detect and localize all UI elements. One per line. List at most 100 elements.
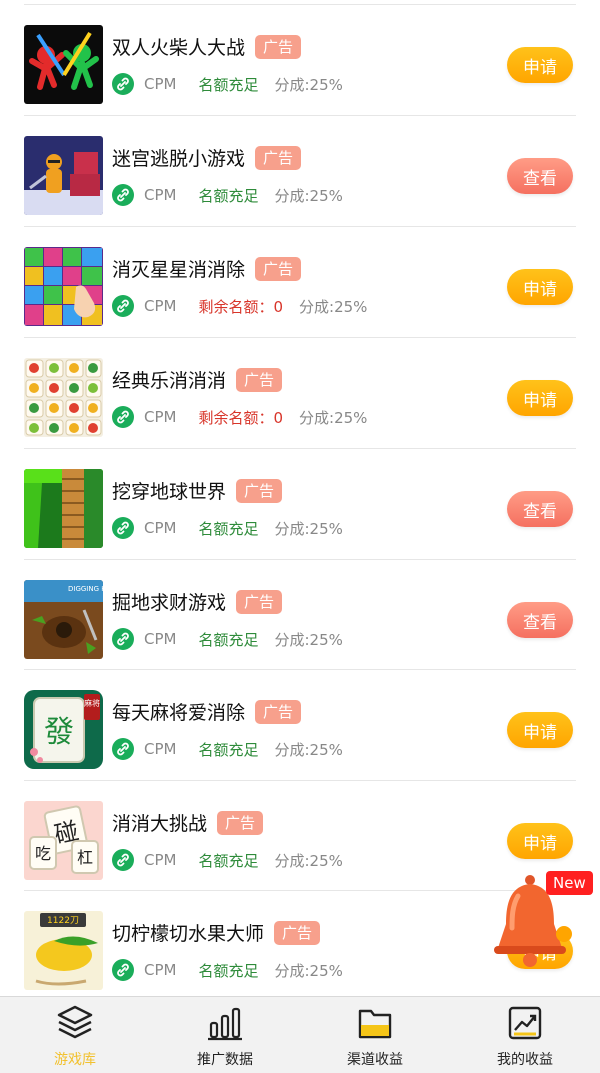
quota-status: 名额充足 <box>198 740 259 759</box>
revenue-share: 分成:25% <box>274 519 343 538</box>
ad-tag: 广告 <box>236 478 283 503</box>
ad-tag: 广告 <box>255 34 302 59</box>
revenue-share: 分成:25% <box>299 408 368 427</box>
game-thumbnail <box>24 25 103 104</box>
game-item[interactable]: 消灭星星消消除 广告 CPM 剩余名额：0 分成:25% 申请 <box>0 227 600 337</box>
game-thumbnail <box>24 247 103 326</box>
link-icon <box>112 517 134 539</box>
billing-type: CPM <box>144 408 177 426</box>
game-meta: CPM 名额充足 分成:25% <box>112 73 343 95</box>
quota-status: 名额充足 <box>198 851 259 870</box>
tab-my-revenue[interactable]: 我的收益 <box>450 997 600 1073</box>
game-item[interactable]: 挖穿地球世界 广告 CPM 名额充足 分成:25% 查看 <box>0 449 600 559</box>
game-thumbnail: 1122刀 <box>24 911 103 990</box>
apply-button[interactable]: 申请 <box>507 712 573 748</box>
view-button[interactable]: 查看 <box>507 158 573 194</box>
link-icon <box>112 628 134 650</box>
game-item[interactable]: DIGGING HOL 掘地求财游戏 广告 CPM 名额充足 分成:25% 查看 <box>0 560 600 670</box>
game-meta: CPM 名额充足 分成:25% <box>112 517 343 539</box>
game-title-line: 迷宫逃脱小游戏 广告 <box>112 144 302 171</box>
thumb-caption: 麻将 <box>84 698 100 708</box>
quota-status: 名额充足 <box>198 630 259 649</box>
billing-type: CPM <box>144 961 177 979</box>
revenue-share: 分成:25% <box>274 630 343 649</box>
game-title-line: 消消大挑战 广告 <box>112 809 264 836</box>
revenue-share: 分成:25% <box>274 740 343 759</box>
thumb-caption: 杠 <box>77 848 93 867</box>
game-name: 每天麻将爱消除 <box>112 702 246 724</box>
bar-chart-icon <box>205 1005 245 1041</box>
game-name: 经典乐消消消 <box>112 370 227 392</box>
folder-icon <box>355 1005 395 1041</box>
game-item[interactable]: 迷宫逃脱小游戏 广告 CPM 名额充足 分成:25% 查看 <box>0 116 600 226</box>
billing-type: CPM <box>144 851 177 869</box>
billing-type: CPM <box>144 186 177 204</box>
game-name: 切柠檬切水果大师 <box>112 923 265 945</box>
game-thumbnail <box>24 358 103 437</box>
link-icon <box>112 184 134 206</box>
game-name: 消灭星星消消除 <box>112 259 246 281</box>
game-meta: CPM 名额充足 分成:25% <box>112 959 343 981</box>
game-name: 挖穿地球世界 <box>112 481 227 503</box>
game-thumbnail <box>24 469 103 548</box>
ad-tag: 广告 <box>255 145 302 170</box>
tab-label: 我的收益 <box>497 1052 553 1068</box>
billing-type: CPM <box>144 740 177 758</box>
link-icon <box>112 849 134 871</box>
revenue-share: 分成:25% <box>274 851 343 870</box>
game-title-line: 掘地求财游戏 广告 <box>112 588 283 615</box>
ad-tag: 广告 <box>236 367 283 392</box>
tab-promotion-data[interactable]: 推广数据 <box>150 997 300 1073</box>
game-meta: CPM 名额充足 分成:25% <box>112 849 343 871</box>
game-title-line: 切柠檬切水果大师 广告 <box>112 919 321 946</box>
ad-tag: 广告 <box>274 920 321 945</box>
game-thumbnail: 發 麻将 <box>24 690 103 769</box>
trend-chart-icon <box>505 1005 545 1041</box>
quota-status: 名额充足 <box>198 75 259 94</box>
game-title-line: 挖穿地球世界 广告 <box>112 477 283 504</box>
game-title-line: 每天麻将爱消除 广告 <box>112 698 302 725</box>
game-meta: CPM 名额充足 分成:25% <box>112 738 343 760</box>
game-thumbnail: 碰 吃 杠 <box>24 801 103 880</box>
layers-icon <box>55 1005 95 1041</box>
bottom-tab-bar: 游戏库 推广数据 渠道收益 我的收益 <box>0 996 600 1073</box>
game-item[interactable]: 發 麻将 每天麻将爱消除 广告 CPM 名额充足 分成:25% 申请 <box>0 670 600 780</box>
billing-type: CPM <box>144 630 177 648</box>
game-title-line: 经典乐消消消 广告 <box>112 366 283 393</box>
game-name: 掘地求财游戏 <box>112 592 227 614</box>
ad-tag: 广告 <box>236 589 283 614</box>
view-button[interactable]: 查看 <box>507 602 573 638</box>
thumb-caption: 吃 <box>35 844 51 863</box>
game-meta: CPM 剩余名额：0 分成:25% <box>112 406 367 428</box>
ad-tag: 广告 <box>255 699 302 724</box>
thumb-caption: DIGGING HOL <box>68 585 103 593</box>
quota-status: 名额充足 <box>198 961 259 980</box>
game-meta: CPM 名额充足 分成:25% <box>112 628 343 650</box>
tab-game-library[interactable]: 游戏库 <box>0 997 150 1073</box>
game-meta: CPM 剩余名额：0 分成:25% <box>112 295 367 317</box>
tab-label: 游戏库 <box>54 1052 96 1068</box>
thumb-caption: 1122刀 <box>47 916 79 926</box>
apply-button[interactable]: 申请 <box>507 47 573 83</box>
apply-button[interactable]: 申请 <box>507 823 573 859</box>
billing-type: CPM <box>144 75 177 93</box>
revenue-share: 分成:25% <box>299 297 368 316</box>
tab-label: 推广数据 <box>197 1052 253 1068</box>
link-icon <box>112 406 134 428</box>
game-item[interactable]: 双人火柴人大战 广告 CPM 名额充足 分成:25% 申请 <box>0 5 600 115</box>
quota-status: 名额充足 <box>198 186 259 205</box>
link-icon <box>112 738 134 760</box>
game-item[interactable]: 经典乐消消消 广告 CPM 剩余名额：0 分成:25% 申请 <box>0 338 600 448</box>
tab-label: 渠道收益 <box>347 1052 403 1068</box>
billing-type: CPM <box>144 519 177 537</box>
view-button[interactable]: 查看 <box>507 491 573 527</box>
tab-channel-revenue[interactable]: 渠道收益 <box>300 997 450 1073</box>
game-name: 迷宫逃脱小游戏 <box>112 148 246 170</box>
quota-status: 剩余名额：0 <box>198 297 284 316</box>
new-badge: New <box>546 871 593 895</box>
apply-button[interactable]: 申请 <box>507 269 573 305</box>
apply-button[interactable]: 申请 <box>507 380 573 416</box>
link-icon <box>112 959 134 981</box>
quota-status: 剩余名额：0 <box>198 408 284 427</box>
game-meta: CPM 名额充足 分成:25% <box>112 184 343 206</box>
